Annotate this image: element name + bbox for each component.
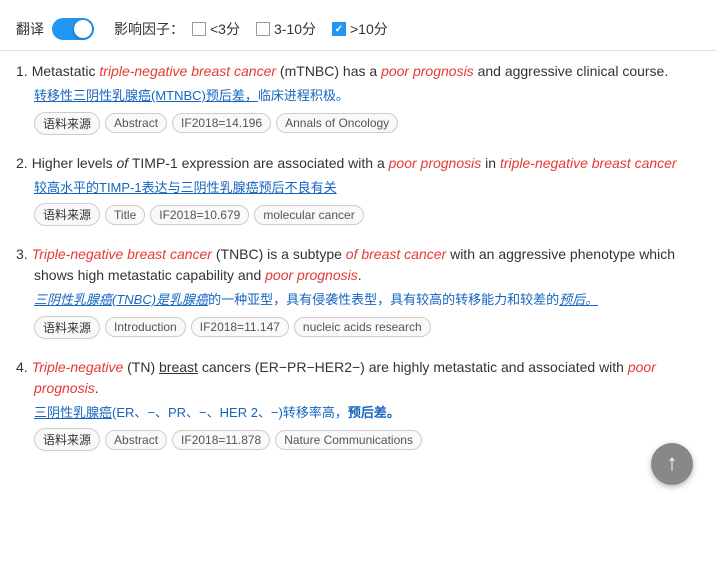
number: 2. (16, 155, 28, 171)
tag-journal[interactable]: nucleic acids research (294, 317, 431, 337)
highlighted-term: poor prognosis (34, 359, 656, 396)
filter-lt3-label: <3分 (210, 19, 240, 39)
highlighted-term: Triple-negative breast cancer (32, 246, 212, 262)
tag-journal[interactable]: Nature Communications (275, 430, 422, 450)
result-body: 4.Triple-negative (TN) breast cancers (E… (16, 357, 701, 452)
result-en-text: 2.Higher levels of TIMP-1 expression are… (34, 153, 701, 174)
result-en-text: 1.Metastatic triple-negative breast canc… (34, 61, 701, 82)
result-zh-text: 三阴性乳腺癌(TNBC)是乳腺癌的一种亚型，具有侵袭性表型，具有较高的转移能力和… (34, 290, 701, 310)
result-item: 3.Triple-negative breast cancer (TNBC) i… (16, 244, 701, 339)
tag-if[interactable]: IF2018=11.147 (191, 317, 289, 337)
underline-breast: breast (159, 359, 198, 375)
highlighted-term: of breast cancer (346, 246, 446, 262)
highlighted-term: triple-negative breast cancer (99, 63, 276, 79)
tag-if[interactable]: IF2018=11.878 (172, 430, 270, 450)
filter-gt10[interactable]: >10分 (332, 19, 388, 39)
impact-label: 影响因子： (114, 19, 184, 39)
tags-row: 语料来源 Title IF2018=10.679 molecular cance… (34, 203, 701, 226)
highlighted-term: poor prognosis (389, 155, 482, 171)
zh-underline: 转移性三阴性乳腺癌(MTNBC)预后差， (34, 88, 258, 103)
result-item: 4.Triple-negative (TN) breast cancers (E… (16, 357, 701, 452)
tag-intro[interactable]: Introduction (105, 317, 186, 337)
highlighted-term: poor prognosis (265, 267, 358, 283)
highlighted-term: poor prognosis (381, 63, 474, 79)
highlighted-term: Triple-negative (32, 359, 124, 375)
tag-source[interactable]: 语料来源 (34, 428, 100, 451)
result-body: 3.Triple-negative breast cancer (TNBC) i… (16, 244, 701, 339)
tags-row: 语料来源 Introduction IF2018=11.147 nucleic … (34, 316, 701, 339)
number: 3. (16, 246, 28, 262)
highlighted-term: triple-negative breast cancer (500, 155, 677, 171)
zh-underline-italic: 乳腺癌 (169, 292, 208, 307)
number: 1. (16, 63, 28, 79)
results-content: 1.Metastatic triple-negative breast canc… (0, 61, 717, 451)
filter-3to10-label: 3-10分 (274, 19, 316, 39)
tag-source[interactable]: 语料来源 (34, 112, 100, 135)
tag-if[interactable]: IF2018=10.679 (150, 205, 249, 225)
result-zh-text: 较高水平的TIMP-1表达与三阴性乳腺癌预后不良有关 (34, 178, 701, 198)
toggle-knob (74, 20, 92, 38)
tags-row: 语料来源 Abstract IF2018=14.196 Annals of On… (34, 112, 701, 135)
zh-underline-italic: 预后。 (559, 292, 598, 307)
tag-if[interactable]: IF2018=14.196 (172, 113, 271, 133)
toolbar: 翻译 影响因子： <3分 3-10分 >10分 (0, 10, 717, 51)
impact-filter-section: 影响因子： <3分 3-10分 >10分 (114, 19, 388, 39)
filter-group: <3分 3-10分 >10分 (192, 19, 388, 39)
result-en-text: 3.Triple-negative breast cancer (TNBC) i… (34, 244, 701, 286)
result-zh-text: 转移性三阴性乳腺癌(MTNBC)预后差，临床进程积极。 (34, 86, 701, 106)
scroll-top-arrow-icon: ↑ (667, 452, 678, 474)
filter-3to10-checkbox[interactable] (256, 22, 270, 36)
translate-label: 翻译 (16, 19, 44, 39)
filter-gt10-label: >10分 (350, 19, 388, 39)
scroll-to-top-button[interactable]: ↑ (651, 443, 693, 485)
filter-gt10-checkbox[interactable] (332, 22, 346, 36)
translate-section: 翻译 (16, 18, 94, 40)
result-body: 2.Higher levels of TIMP-1 expression are… (16, 153, 701, 227)
filter-lt3[interactable]: <3分 (192, 19, 240, 39)
result-en-text: 4.Triple-negative (TN) breast cancers (E… (34, 357, 701, 399)
tag-source[interactable]: 语料来源 (34, 316, 100, 339)
tag-abstract[interactable]: Abstract (105, 113, 167, 133)
result-body: 1.Metastatic triple-negative breast canc… (16, 61, 701, 135)
italic-of: of (117, 155, 129, 171)
number: 4. (16, 359, 28, 375)
zh-underline: 三阴性乳腺癌 (34, 405, 112, 420)
tags-row: 语料来源 Abstract IF2018=11.878 Nature Commu… (34, 428, 701, 451)
tag-journal[interactable]: molecular cancer (254, 205, 363, 225)
tag-source[interactable]: 语料来源 (34, 203, 100, 226)
tag-title[interactable]: Title (105, 205, 145, 225)
translate-toggle[interactable] (52, 18, 94, 40)
result-zh-text: 三阴性乳腺癌(ER、−、PR、−、HER 2、−)转移率高，预后差。 (34, 403, 701, 423)
zh-underline-italic: 三阴性乳腺癌(TNBC)是 (34, 292, 169, 307)
result-item: 2.Higher levels of TIMP-1 expression are… (16, 153, 701, 227)
zh-bold: 预后差。 (348, 405, 400, 420)
toggle-track (52, 18, 94, 40)
result-item: 1.Metastatic triple-negative breast canc… (16, 61, 701, 135)
filter-3to10[interactable]: 3-10分 (256, 19, 316, 39)
zh-underline: 较高水平的TIMP-1表达与三阴性乳腺癌预后不良有关 (34, 180, 337, 195)
filter-lt3-checkbox[interactable] (192, 22, 206, 36)
tag-abstract[interactable]: Abstract (105, 430, 167, 450)
tag-journal[interactable]: Annals of Oncology (276, 113, 398, 133)
